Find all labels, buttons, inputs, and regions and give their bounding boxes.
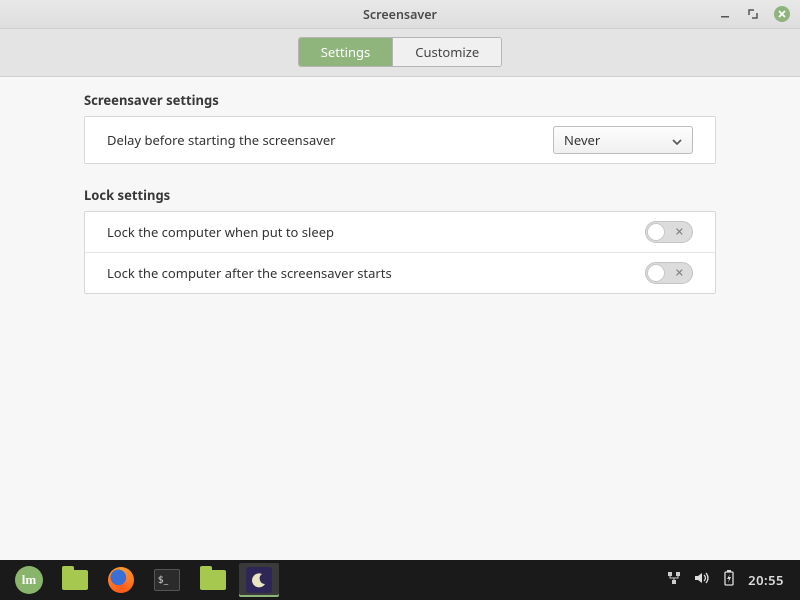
row-lock-sleep: Lock the computer when put to sleep ✕	[85, 212, 715, 252]
menu-button[interactable]: lm	[9, 563, 49, 597]
row-delay: Delay before starting the screensaver Ne…	[85, 117, 715, 163]
content-area: Screensaver settings Delay before starti…	[0, 77, 800, 294]
window-title: Screensaver	[0, 6, 800, 23]
window-controls	[718, 6, 800, 22]
battery-icon[interactable]	[722, 570, 736, 590]
screensaver-icon	[246, 567, 272, 593]
folder-icon	[200, 570, 226, 590]
minimize-button[interactable]	[718, 7, 732, 21]
row-lock-afterss: Lock the computer after the screensaver …	[85, 252, 715, 293]
terminal-icon: $_	[154, 569, 180, 591]
delay-value: Never	[564, 131, 600, 149]
close-button[interactable]	[774, 6, 790, 22]
tab-header: Settings Customize	[0, 29, 800, 77]
label-lock-afterss: Lock the computer after the screensaver …	[107, 264, 392, 282]
x-icon: ✕	[675, 268, 684, 279]
toggle-lock-afterss[interactable]: ✕	[645, 262, 693, 284]
taskbar-files-2[interactable]	[193, 563, 233, 597]
tab-customize[interactable]: Customize	[392, 38, 501, 66]
folder-icon	[62, 570, 88, 590]
toggle-lock-sleep[interactable]: ✕	[645, 221, 693, 243]
tab-settings[interactable]: Settings	[299, 38, 392, 66]
firefox-icon	[108, 567, 134, 593]
section-title-lock: Lock settings	[84, 186, 716, 204]
volume-icon[interactable]	[694, 571, 710, 589]
delay-dropdown[interactable]: Never	[553, 126, 693, 154]
panel-screensaver: Delay before starting the screensaver Ne…	[84, 116, 716, 164]
taskbar-terminal[interactable]: $_	[147, 563, 187, 597]
toggle-knob	[647, 223, 665, 241]
x-icon: ✕	[675, 227, 684, 238]
chevron-down-icon	[672, 131, 682, 149]
section-title-screensaver: Screensaver settings	[84, 91, 716, 109]
toggle-knob	[647, 264, 665, 282]
taskbar-files[interactable]	[55, 563, 95, 597]
label-lock-sleep: Lock the computer when put to sleep	[107, 223, 334, 241]
tab-switcher: Settings Customize	[298, 37, 502, 67]
panel-lock: Lock the computer when put to sleep ✕ Lo…	[84, 211, 716, 294]
titlebar: Screensaver	[0, 0, 800, 29]
mint-logo-icon: lm	[15, 566, 43, 594]
taskbar-firefox[interactable]	[101, 563, 141, 597]
taskbar-screensaver[interactable]	[239, 563, 279, 597]
network-icon[interactable]	[666, 571, 682, 589]
label-delay: Delay before starting the screensaver	[107, 131, 336, 149]
taskbar: lm $_ 20:55	[0, 560, 800, 600]
maximize-button[interactable]	[746, 7, 760, 21]
clock[interactable]: 20:55	[748, 571, 784, 589]
system-tray: 20:55	[666, 570, 794, 590]
